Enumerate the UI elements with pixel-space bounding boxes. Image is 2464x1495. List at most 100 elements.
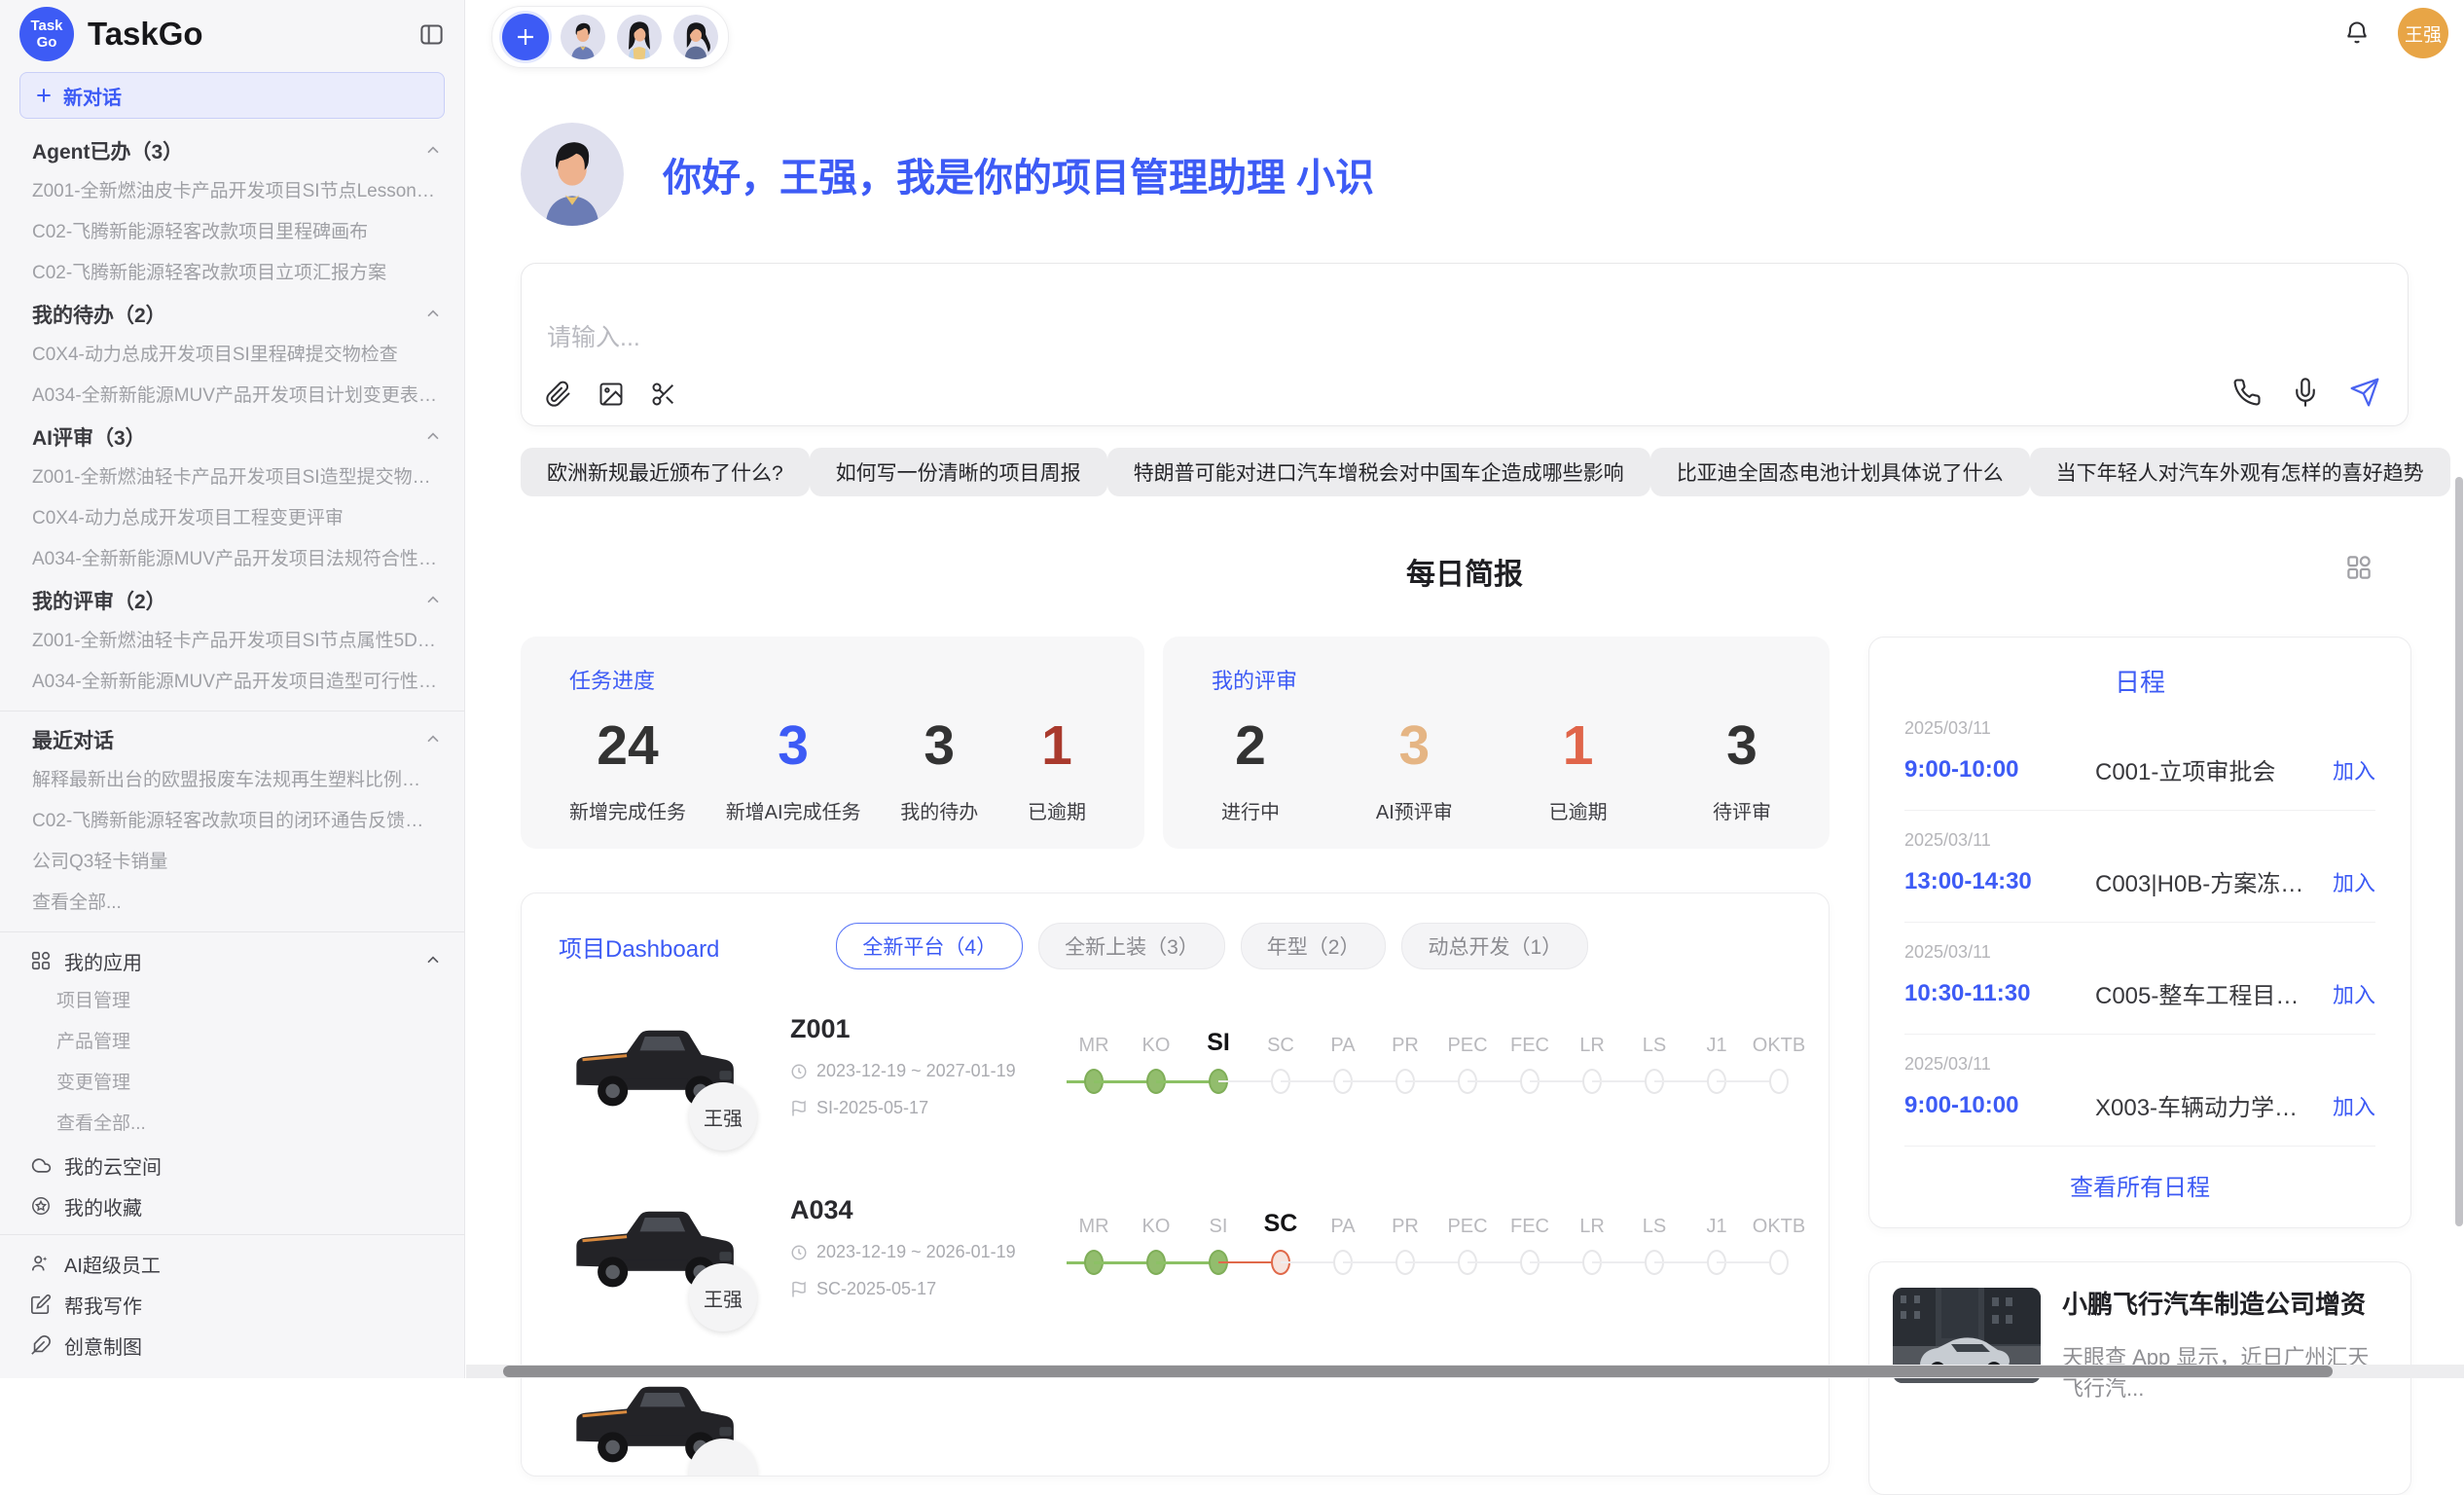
chevron-up-icon[interactable] [423,730,443,749]
sidebar-item[interactable]: Z001-全新燃油轻卡产品开发项目SI节点属性5D文件评审 [0,621,464,662]
suggestion-chip[interactable]: 如何写一份清晰的项目周报 [810,448,1107,496]
milestone-dot [1769,1250,1789,1275]
sidebar-item[interactable]: C0X4-动力总成开发项目工程变更评审 [0,498,464,539]
app-item-project-mgmt[interactable]: 项目管理 [0,981,464,1022]
briefing-left-column: 任务进度 24 新增完成任务 3 新增AI完成任务 3 我的待办 [521,637,1830,1477]
milestone: LS [1623,1199,1685,1289]
project-row[interactable]: 王强 A034 2023-12-19 ~ 2026-01-19 SC-2025-… [522,1168,1829,1349]
sidebar-item[interactable]: A034-全新新能源MUV产品开发项目法规符合性评审 [0,539,464,580]
sidebar-item[interactable]: Z001-全新燃油皮卡产品开发项目SI节点Lesson Learn报告 [0,171,464,212]
recent-chat-item[interactable]: C02-飞腾新能源轻客改款项目的闭环通告反馈情况 [0,801,464,842]
suggestion-chip[interactable]: 当下年轻人对汽车外观有怎样的喜好趋势 [2030,448,2450,496]
milestone: MR [1063,1199,1125,1289]
milestone-track: MR KO SI SC PA PR PEC FEC LR LS J1 OKTB [1063,1018,1810,1108]
briefing-layout-icon[interactable] [2344,553,2373,582]
attachment-icon[interactable] [545,381,572,408]
collapse-sidebar-icon[interactable] [418,21,445,48]
creative-drawing[interactable]: 创意制图 [0,1325,464,1366]
chevron-up-icon[interactable] [423,141,443,161]
schedule-name: X003-车辆动力学性能验... [2095,1088,2319,1122]
milestone-label: MR [1078,1018,1108,1057]
schedule-time: 10:30-11:30 [1904,980,2095,1007]
join-link[interactable]: 加入 [2333,1090,2375,1121]
project-dates-text: 2023-12-19 ~ 2026-01-19 [816,1242,1016,1262]
suggestion-chip[interactable]: 欧洲新规最近颁布了什么? [521,448,810,496]
suggestion-chip[interactable]: 比亚迪全固态电池计划具体说了什么 [1650,448,2030,496]
sidebar-item[interactable]: C0X4-动力总成开发项目SI里程碑提交物检查 [0,335,464,376]
milestone-label: PEC [1447,1018,1487,1057]
vertical-scrollbar-thumb[interactable] [2455,477,2463,1226]
project-dates: 2023-12-19 ~ 2026-01-19 [790,1242,1016,1262]
milestone-label: PR [1392,1199,1419,1238]
tab-model-year[interactable]: 年型（2） [1241,923,1387,969]
my-cloud-space[interactable]: 我的云空间 [0,1145,464,1185]
my-favorites[interactable]: 我的收藏 [0,1185,464,1226]
main-content: 你好，王强，我是你的项目管理助理 小识 请输入... 欧洲新规最近颁布了什么? … [521,0,2409,1495]
image-upload-icon[interactable] [598,381,625,408]
milestone-label: KO [1142,1199,1171,1238]
microphone-icon[interactable] [2291,378,2320,407]
horizontal-scrollbar-thumb[interactable] [503,1366,2333,1377]
join-link[interactable]: 加入 [2333,978,2375,1009]
stat-value: 24 [569,716,686,775]
project-row[interactable]: 王强 Z001 2023-12-19 ~ 2027-01-19 SI-2025-… [522,987,1829,1168]
help-me-write[interactable]: 帮我写作 [0,1284,464,1325]
section-my-review[interactable]: 我的评审 （2） [0,580,464,621]
chevron-up-icon[interactable] [423,427,443,447]
section-my-todo[interactable]: 我的待办 （2） [0,294,464,335]
recent-chat-item[interactable]: 公司Q3轻卡销量 [0,842,464,883]
sidebar-item[interactable]: C02-飞腾新能源轻客改款项目立项汇报方案 [0,253,464,294]
view-all-chats[interactable]: 查看全部... [0,883,464,924]
project-dashboard-card: 项目Dashboard 全新平台（4） 全新上装（3） 年型（2） 动总开发（1… [521,893,1830,1477]
stat: 24 新增完成任务 [569,716,686,824]
join-link[interactable]: 加入 [2333,754,2375,785]
app-item-change-mgmt[interactable]: 变更管理 [0,1063,464,1104]
milestone-label: FEC [1510,1018,1549,1057]
section-ai-review[interactable]: AI评审 （3） [0,417,464,457]
clock-icon [790,1244,808,1261]
section-recent-chats[interactable]: 最近对话 [0,719,464,760]
schedule-title: 日程 [1869,663,2410,699]
stat: 1 已逾期 [1018,716,1096,824]
write-icon [30,1294,52,1315]
my-apps[interactable]: 我的应用 [0,940,464,981]
join-link[interactable]: 加入 [2333,866,2375,897]
milestone-label: LR [1579,1199,1605,1238]
news-title: 小鹏飞行汽车制造公司增资 [2062,1288,2387,1321]
card-title: 任务进度 [569,664,1096,695]
milestone: LS [1623,1018,1685,1108]
my-apps-label: 我的应用 [64,947,142,975]
milestone-label: J1 [1706,1199,1726,1238]
app-item-product-mgmt[interactable]: 产品管理 [0,1022,464,1063]
sidebar-item[interactable]: A034-全新新能源MUV产品开发项目造型可行性评审 [0,662,464,703]
suggestion-chips: 欧洲新规最近颁布了什么? 如何写一份清晰的项目周报 特朗普可能对进口汽车增税会对… [521,448,2409,496]
horizontal-scrollbar-track [466,1365,2464,1378]
news-card[interactable]: 小鹏飞行汽车制造公司增资 天眼查 App 显示，近日广州汇天飞行汽... [1868,1261,2411,1495]
chevron-up-icon[interactable] [423,305,443,324]
ai-super-staff[interactable]: AI超级员工 [0,1243,464,1284]
recent-chat-item[interactable]: 解释最新出台的欧盟报废车法规再生塑料比例被调至15%... [0,760,464,801]
view-all-apps[interactable]: 查看全部... [0,1104,464,1145]
sidebar-item[interactable]: Z001-全新燃油轻卡产品开发项目SI造型提交物评审 [0,457,464,498]
sidebar-item[interactable]: A034-全新新能源MUV产品开发项目计划变更表编写 [0,376,464,417]
chat-input-card[interactable]: 请输入... [521,263,2409,426]
view-all-schedule-link[interactable]: 查看所有日程 [1869,1147,2410,1210]
new-chat-button[interactable]: 新对话 [19,72,445,119]
chevron-up-icon[interactable] [423,591,443,610]
send-icon[interactable] [2349,377,2380,408]
voice-call-icon[interactable] [2232,378,2262,407]
tab-new-body[interactable]: 全新上装（3） [1038,923,1225,969]
suggestion-chip[interactable]: 特朗普可能对进口汽车增税会对中国车企造成哪些影响 [1107,448,1650,496]
tab-powertrain-dev[interactable]: 动总开发（1） [1401,923,1588,969]
milestone: LR [1561,1199,1623,1289]
scissors-icon[interactable] [650,381,677,408]
stat-label: 新增AI完成任务 [726,796,861,824]
stat-value: 1 [1018,716,1096,775]
sidebar-item[interactable]: C02-飞腾新能源轻客改款项目里程碑画布 [0,212,464,253]
milestone: KO [1125,1199,1187,1289]
stat-label: AI预评审 [1375,796,1453,824]
tab-all-new-platform[interactable]: 全新平台（4） [836,923,1023,969]
section-agent-done[interactable]: Agent已办 （3） [0,130,464,171]
milestone: FEC [1499,1018,1561,1108]
chevron-up-icon[interactable] [423,951,443,970]
